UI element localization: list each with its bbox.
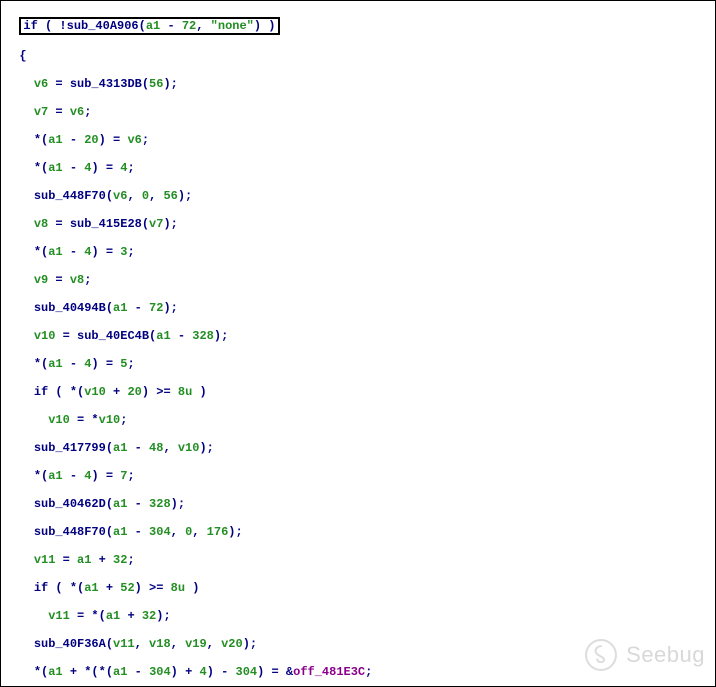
line: sub_448F70(a1 - 304, 0, 176);: [5, 525, 715, 539]
highlight-top: if ( !sub_40A906(a1 - 72, "none") ): [19, 17, 279, 35]
line: *(a1 - 4) = 4;: [5, 161, 715, 175]
code-screenshot: if ( !sub_40A906(a1 - 72, "none") ) { v6…: [0, 0, 716, 687]
line-cond-top: if ( !sub_40A906(a1 - 72, "none") ): [5, 17, 715, 35]
line: v11 = *(a1 + 32);: [5, 609, 715, 623]
line: v7 = v6;: [5, 105, 715, 119]
line: v6 = sub_4313DB(56);: [5, 77, 715, 91]
line: v10 = sub_40EC4B(a1 - 328);: [5, 329, 715, 343]
line: *(a1 - 4) = 5;: [5, 357, 715, 371]
line: sub_40F36A(v11, v18, v19, v20);: [5, 637, 715, 651]
line: sub_448F70(v6, 0, 56);: [5, 189, 715, 203]
line: *(a1 - 20) = v6;: [5, 133, 715, 147]
brace: {: [5, 49, 715, 63]
line: if ( *(a1 + 52) >= 8u ): [5, 581, 715, 595]
line: sub_417799(a1 - 48, v10);: [5, 441, 715, 455]
line: sub_40462D(a1 - 328);: [5, 497, 715, 511]
decompiled-code: if ( !sub_40A906(a1 - 72, "none") ) { v6…: [1, 1, 715, 687]
line: sub_40494B(a1 - 72);: [5, 301, 715, 315]
line: v8 = sub_415E28(v7);: [5, 217, 715, 231]
line: *(a1 - 4) = 7;: [5, 469, 715, 483]
line: if ( *(v10 + 20) >= 8u ): [5, 385, 715, 399]
line: v11 = a1 + 32;: [5, 553, 715, 567]
line: v9 = v8;: [5, 273, 715, 287]
line: *(a1 + *(*(a1 - 304) + 4) - 304) = &off_…: [5, 665, 715, 679]
line: v10 = *v10;: [5, 413, 715, 427]
line: *(a1 - 4) = 3;: [5, 245, 715, 259]
